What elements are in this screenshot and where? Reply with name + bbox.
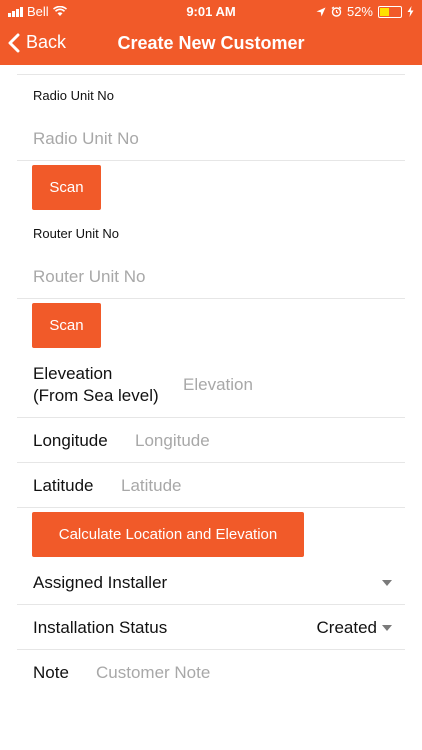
radio-unit-label: Radio Unit No	[33, 88, 114, 103]
calculate-location-button[interactable]: Calculate Location and Elevation	[32, 512, 304, 557]
latitude-label: Latitude	[33, 476, 94, 495]
router-unit-input[interactable]: Router Unit No	[33, 267, 145, 287]
latitude-input[interactable]: Latitude	[121, 476, 182, 496]
separator	[17, 417, 405, 418]
separator	[17, 649, 405, 650]
status-bar: Bell 9:01 AM 52%	[0, 0, 422, 22]
separator	[17, 298, 405, 299]
chevron-down-icon[interactable]	[382, 625, 392, 631]
page-title: Create New Customer	[117, 33, 305, 53]
elevation-input[interactable]: Elevation	[183, 375, 253, 395]
app-header: Bell 9:01 AM 52% Back Create New Custome…	[0, 0, 422, 65]
router-unit-label: Router Unit No	[33, 226, 119, 241]
location-icon	[316, 7, 326, 16]
battery-level	[380, 7, 389, 16]
battery-percent: 52%	[346, 4, 373, 19]
alarm-icon	[331, 6, 342, 17]
charging-icon	[407, 6, 414, 17]
longitude-input[interactable]: Longitude	[135, 431, 210, 451]
note-label: Note	[33, 663, 69, 682]
separator	[17, 604, 405, 605]
separator	[17, 160, 405, 161]
assigned-installer-label: Assigned Installer	[33, 573, 168, 592]
installation-status-value[interactable]: Created	[317, 618, 377, 638]
installation-status-label: Installation Status	[33, 618, 168, 637]
nav-bar: Back Create New Customer	[0, 22, 422, 65]
separator	[17, 462, 405, 463]
note-input[interactable]: Customer Note	[96, 663, 210, 683]
separator	[17, 74, 405, 75]
battery-icon	[378, 5, 402, 18]
router-scan-button[interactable]: Scan	[32, 303, 101, 348]
elevation-label-line2: (From Sea level)	[33, 386, 159, 405]
radio-unit-input[interactable]: Radio Unit No	[33, 129, 139, 149]
elevation-label-line1: Eleveation	[33, 364, 113, 383]
chevron-down-icon[interactable]	[382, 580, 392, 586]
status-right: 52%	[316, 4, 414, 19]
longitude-label: Longitude	[33, 431, 108, 450]
radio-scan-button[interactable]: Scan	[32, 165, 101, 210]
separator	[17, 507, 405, 508]
